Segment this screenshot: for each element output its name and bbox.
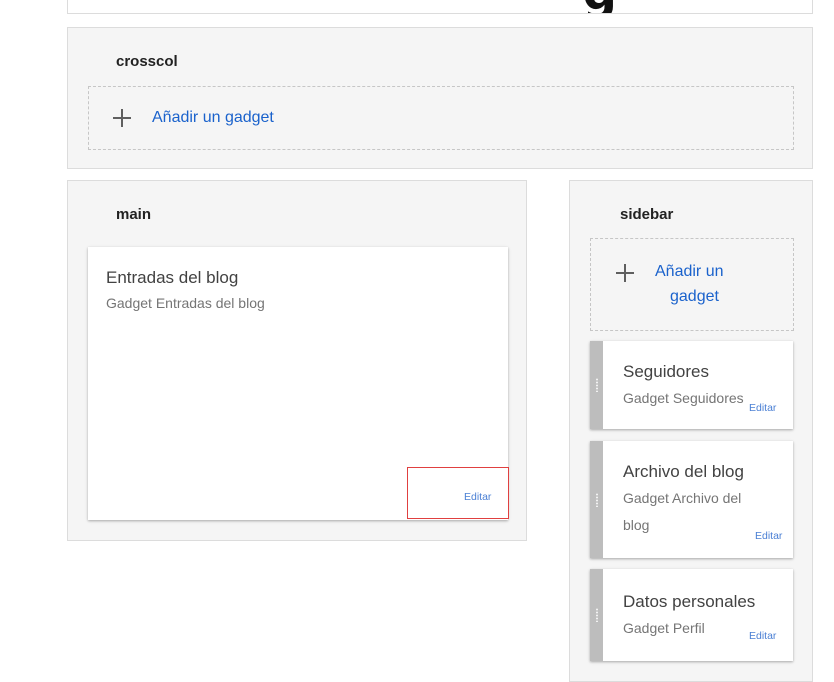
sidebar-add-gadget-button[interactable]: Añadir un gadget — [590, 238, 794, 331]
drag-handle-icon[interactable] — [590, 441, 603, 558]
plus-icon — [113, 109, 131, 127]
gadget-card-seguidores[interactable]: Seguidores Gadget Seguidores Editar — [590, 341, 793, 429]
main-title: main — [116, 206, 152, 223]
gadget-title: Archivo del blog — [623, 462, 744, 481]
crosscol-add-gadget-button[interactable]: Añadir un gadget — [88, 86, 794, 150]
gadget-subtitle: Gadget Archivo del — [623, 490, 742, 506]
gadget-card-datos-personales[interactable]: Datos personales Gadget Perfil Editar — [590, 569, 793, 661]
edit-highlight-box — [407, 467, 509, 519]
gadget-title: Entradas del blog — [106, 268, 239, 287]
edit-link[interactable]: Editar — [749, 630, 776, 642]
gadget-subtitle: Gadget Perfil — [623, 620, 705, 636]
gadget-title: Seguidores — [623, 362, 710, 381]
sidebar-add-gadget-label-line2[interactable]: gadget — [670, 286, 719, 308]
edit-link[interactable]: Editar — [749, 402, 776, 414]
drag-handle-icon[interactable] — [590, 569, 603, 661]
gadget-card-archivo-del-blog[interactable]: Archivo del blog Gadget Archivo del blog… — [590, 441, 793, 558]
sidebar-add-gadget-label-line1[interactable]: Añadir un — [655, 261, 724, 283]
sidebar-title: sidebar — [620, 206, 674, 223]
gadget-subtitle-line2: blog — [623, 517, 650, 533]
header-section-partial: g — [67, 0, 813, 14]
gadget-title: Datos personales — [623, 592, 756, 611]
edit-link[interactable]: Editar — [755, 530, 782, 542]
drag-handle-icon[interactable] — [590, 341, 603, 429]
header-title-fragment: g — [583, 0, 617, 13]
crosscol-add-gadget-label[interactable]: Añadir un gadget — [152, 107, 274, 129]
plus-icon — [616, 264, 634, 282]
gadget-subtitle: Gadget Seguidores — [623, 390, 744, 406]
crosscol-section: crosscol Añadir un gadget — [67, 27, 813, 169]
gadget-subtitle: Gadget Entradas del blog — [106, 295, 265, 311]
sidebar-section: sidebar Añadir un gadget Seguidores Gadg… — [569, 180, 813, 682]
crosscol-title: crosscol — [116, 53, 178, 70]
